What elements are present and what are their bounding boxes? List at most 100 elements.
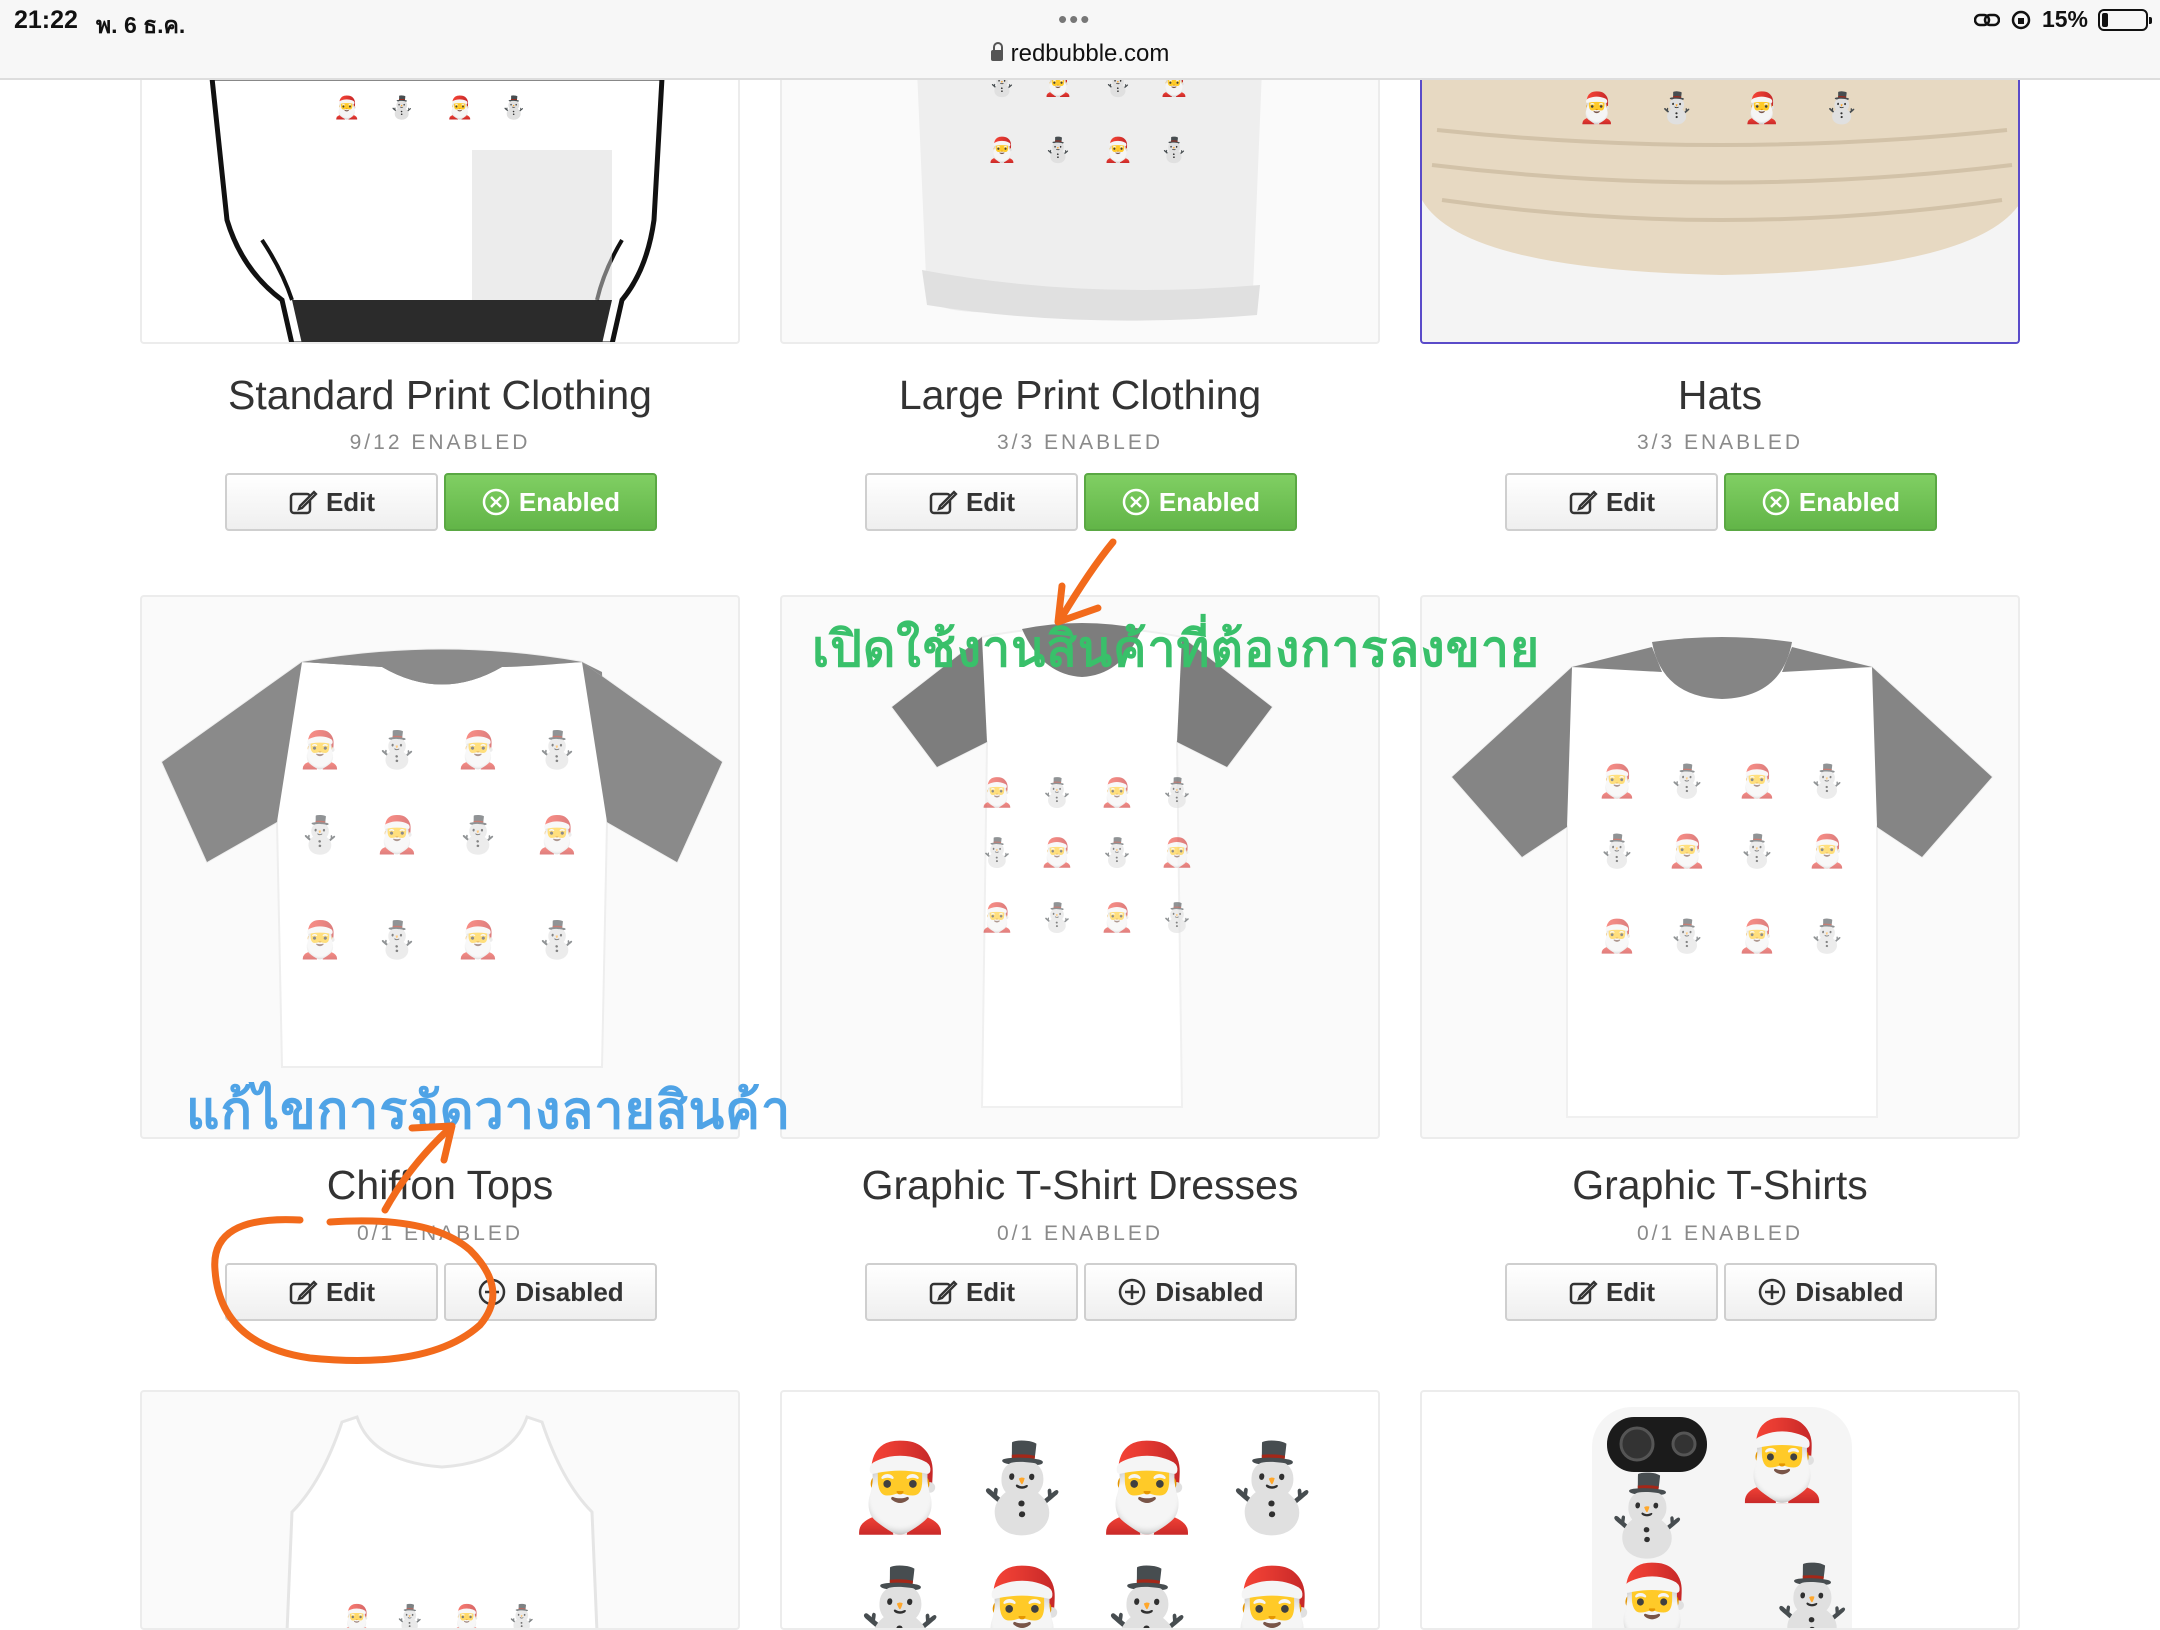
- svg-text:⛄: ⛄: [1597, 833, 1637, 870]
- product-name: Graphic T-Shirt Dresses: [861, 1162, 1299, 1208]
- svg-text:🎅: 🎅: [1737, 763, 1777, 799]
- svg-text:🎅: 🎅: [451, 1603, 483, 1630]
- edit-icon: [1569, 1280, 1598, 1305]
- address-bar[interactable]: redbubble.com: [0, 40, 2160, 68]
- svg-text:🎅: 🎅: [375, 814, 420, 855]
- product-image[interactable]: 🎅 ⛄ 🎅 ⛄: [140, 1390, 740, 1630]
- svg-text:🎅: 🎅: [987, 136, 1017, 164]
- svg-text:⛄: ⛄: [535, 919, 580, 961]
- product-actions: Edit Enabled: [1505, 473, 1937, 531]
- svg-text:⛄: ⛄: [1807, 918, 1847, 955]
- svg-text:⛄: ⛄: [535, 729, 580, 771]
- edit-icon: [289, 490, 318, 515]
- product-image[interactable]: 🎅 ⛄ 🎅 ⛄ ⛄ 🎅 ⛄ 🎅: [780, 1390, 1380, 1630]
- svg-text:🎅: 🎅: [1733, 1416, 1830, 1505]
- disabled-toggle-button[interactable]: Disabled: [1724, 1263, 1937, 1321]
- product-actions: Edit Enabled: [225, 473, 657, 531]
- battery-icon: [2098, 8, 2152, 31]
- edit-button[interactable]: Edit: [1505, 473, 1718, 531]
- chiffon-top-image: 🎅 ⛄ 🎅 ⛄ ⛄ 🎅 ⛄ 🎅 🎅 ⛄ 🎅 ⛄: [160, 648, 724, 1068]
- svg-text:🎅: 🎅: [968, 1564, 1075, 1630]
- svg-text:⛄: ⛄: [1667, 763, 1707, 800]
- product-enabled-count: 0/1 ENABLED: [996, 1222, 1164, 1245]
- status-label: Disabled: [1795, 1276, 1904, 1307]
- edit-icon: [289, 1280, 318, 1305]
- edit-label: Edit: [325, 486, 376, 517]
- status-date: พ. 6 ธ.ค.: [96, 12, 186, 38]
- svg-text:🎅: 🎅: [298, 729, 343, 770]
- product-enabled-count: 3/3 ENABLED: [1636, 431, 1804, 454]
- product-enabled-count: 0/1 ENABLED: [1636, 1222, 1804, 1245]
- phone-case-image: 🎅⛄🎅 ⛄: [1592, 1407, 1861, 1628]
- multitask-dots[interactable]: •••: [1058, 4, 1091, 35]
- edit-button[interactable]: Edit: [225, 473, 438, 531]
- product-image[interactable]: 🎅 ⛄ 🎅 ⛄ ⛄ 🎅 ⛄ 🎅 🎅 ⛄ 🎅 ⛄: [140, 595, 740, 1139]
- battery-percent: 15%: [2041, 6, 2088, 32]
- stickers-image: 🎅 ⛄ 🎅 ⛄ ⛄ 🎅 ⛄ 🎅: [846, 1439, 1325, 1630]
- product-actions: Edit Enabled: [865, 473, 1297, 531]
- status-label: Disabled: [1155, 1276, 1264, 1307]
- svg-text:⛄: ⛄: [1160, 776, 1195, 809]
- edit-label: Edit: [325, 1276, 376, 1307]
- svg-text:🎅: 🎅: [980, 776, 1015, 809]
- annotation-edit-design-placement: แก้ไขการจัดวางลายสินค้า: [186, 1082, 792, 1140]
- svg-text:⛄: ⛄: [1667, 918, 1707, 955]
- lock-icon: [990, 42, 1003, 61]
- svg-text:⛄: ⛄: [1093, 1564, 1200, 1630]
- edit-button[interactable]: Edit: [865, 1263, 1078, 1321]
- svg-text:⛄: ⛄: [298, 814, 343, 856]
- disabled-toggle-button[interactable]: Disabled: [1084, 1263, 1297, 1321]
- product-name: Graphic T-Shirts: [1572, 1162, 1868, 1208]
- edit-icon: [1569, 490, 1598, 515]
- svg-text:⛄: ⛄: [506, 1603, 538, 1630]
- product-image[interactable]: 🎅 ⛄ 🎅 ⛄: [1420, 1390, 2020, 1630]
- svg-text:⛄: ⛄: [375, 729, 420, 771]
- product-name: Chiffon Tops: [326, 1162, 554, 1208]
- svg-text:🎅: 🎅: [535, 814, 580, 855]
- product-enabled-count: 9/12 ENABLED: [349, 431, 531, 454]
- svg-text:🎅: 🎅: [1093, 1439, 1200, 1536]
- svg-text:🎅: 🎅: [1103, 136, 1133, 164]
- svg-text:⛄: ⛄: [1658, 90, 1695, 126]
- svg-text:⛄: ⛄: [388, 95, 415, 121]
- svg-text:🎅: 🎅: [1737, 918, 1777, 954]
- enabled-toggle-button[interactable]: Enabled: [1724, 473, 1937, 531]
- edit-button[interactable]: Edit: [865, 473, 1078, 531]
- svg-text:⛄: ⛄: [1160, 901, 1195, 934]
- enabled-toggle-button[interactable]: Enabled: [1084, 473, 1297, 531]
- edit-button[interactable]: Edit: [1505, 1263, 1718, 1321]
- svg-text:⛄: ⛄: [1823, 90, 1860, 126]
- svg-text:⛄: ⛄: [500, 95, 527, 121]
- x-circle-icon: [1122, 488, 1150, 516]
- status-label: Enabled: [518, 486, 621, 517]
- svg-text:⛄: ⛄: [394, 1603, 426, 1630]
- svg-text:⛄: ⛄: [1807, 763, 1847, 800]
- svg-text:⛄: ⛄: [1218, 1439, 1325, 1539]
- x-circle-icon: [1762, 488, 1790, 516]
- svg-text:🎅: 🎅: [1040, 836, 1075, 869]
- plus-circle-icon: [1759, 1278, 1786, 1306]
- svg-text:⛄: ⛄: [1737, 833, 1777, 870]
- plus-circle-icon: [1119, 1278, 1146, 1306]
- svg-text:🎅: 🎅: [1743, 90, 1780, 125]
- svg-text:🎅: 🎅: [333, 95, 360, 120]
- svg-text:🎅: 🎅: [298, 919, 343, 960]
- browser-top-bar: 21:22 พ. 6 ธ.ค. ••• 15% redbubble.com: [0, 0, 2160, 80]
- svg-text:⛄: ⛄: [1040, 776, 1075, 809]
- edit-button[interactable]: Edit: [225, 1263, 438, 1321]
- edit-label: Edit: [965, 1276, 1016, 1307]
- link-icon: [1973, 13, 2000, 26]
- enabled-toggle-button[interactable]: Enabled: [444, 473, 657, 531]
- svg-text:⛄: ⛄: [1598, 1471, 1695, 1562]
- product-enabled-count: 3/3 ENABLED: [996, 431, 1164, 454]
- product-actions: Edit Disabled: [865, 1263, 1297, 1321]
- svg-text:⛄: ⛄: [980, 836, 1015, 869]
- disabled-toggle-button[interactable]: Disabled: [444, 1263, 657, 1321]
- svg-text:⛄: ⛄: [1043, 136, 1073, 164]
- svg-text:⛄: ⛄: [456, 814, 501, 856]
- edit-label: Edit: [1605, 1276, 1656, 1307]
- product-enabled-count: 0/1 ENABLED: [356, 1222, 524, 1245]
- annotation-enable-products: เปิดใช้งานสินค้าที่ต้องการลงขาย: [812, 621, 1541, 677]
- svg-text:🎅: 🎅: [1100, 901, 1135, 934]
- svg-text:⛄: ⛄: [1040, 901, 1075, 934]
